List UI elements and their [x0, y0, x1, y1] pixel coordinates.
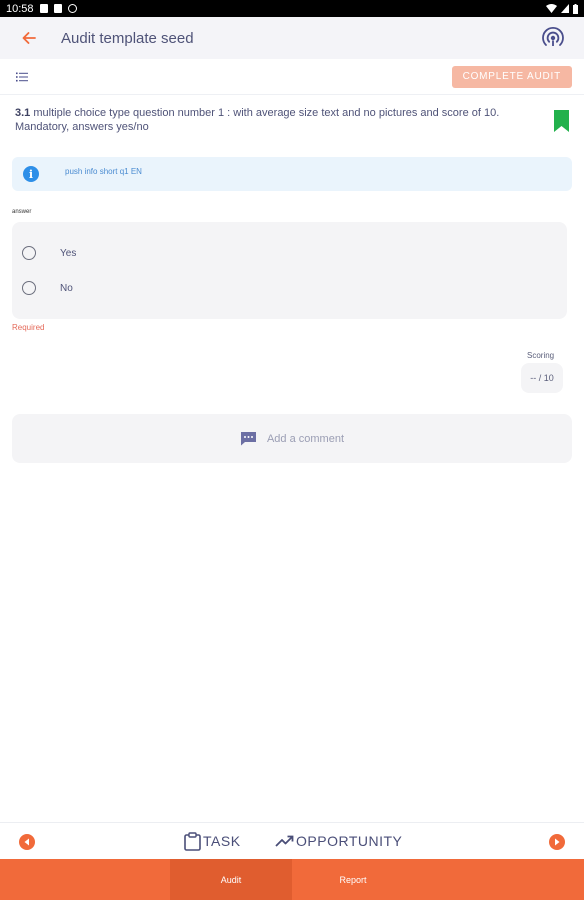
question-body: multiple choice type question number 1 :… — [15, 107, 500, 133]
page-title: Audit template seed — [61, 29, 194, 47]
bookmark-icon[interactable] — [554, 110, 569, 132]
option-yes[interactable]: Yes — [22, 243, 76, 263]
tab-report[interactable]: Report — [292, 859, 414, 900]
tab-audit[interactable]: Audit — [170, 859, 292, 900]
tab-spacer-right — [414, 859, 584, 900]
arrow-left-icon — [22, 32, 36, 44]
tab-spacer-left — [0, 859, 170, 900]
audit-toolbar: COMPLETE AUDIT — [0, 59, 584, 95]
notification-icon — [39, 4, 48, 13]
sim-icon — [53, 4, 62, 13]
question-number: 3.1 — [15, 107, 31, 119]
status-time: 10:58 — [6, 2, 34, 15]
radio-yes[interactable] — [22, 246, 36, 260]
answer-options: Yes No — [12, 222, 567, 319]
signal-icon — [561, 4, 569, 13]
back-button[interactable] — [17, 26, 41, 50]
scoring-label: Scoring — [527, 351, 555, 360]
complete-audit-button[interactable]: COMPLETE AUDIT — [451, 65, 572, 88]
comment-icon — [240, 432, 256, 446]
opportunity-button[interactable]: OPPORTUNITY — [275, 831, 402, 851]
option-label: No — [60, 282, 73, 294]
option-no[interactable]: No — [22, 278, 73, 298]
previous-question-button[interactable] — [19, 834, 35, 850]
scoring-value: -- / 10 — [521, 363, 563, 393]
next-question-button[interactable] — [549, 834, 565, 850]
trending-up-icon — [275, 835, 294, 847]
battery-icon — [573, 3, 578, 14]
question-text: 3.1 multiple choice type question number… — [15, 106, 543, 134]
list-icon — [16, 72, 28, 81]
task-label: TASK — [203, 833, 241, 849]
triangle-left-icon — [24, 838, 29, 846]
info-banner: i push info short q1 EN — [12, 157, 572, 191]
status-bar: 10:58 — [0, 0, 584, 17]
add-comment-button[interactable]: Add a comment — [12, 414, 572, 463]
broadcast-button[interactable] — [540, 25, 566, 51]
answer-label: answer — [12, 209, 32, 215]
required-text: Required — [12, 323, 45, 332]
at-icon — [67, 4, 77, 13]
clipboard-icon — [184, 831, 201, 851]
info-text: push info short q1 EN — [65, 166, 142, 176]
option-label: Yes — [60, 247, 77, 259]
wifi-icon — [546, 4, 557, 13]
tab-bar: Audit Report — [0, 859, 584, 900]
info-icon: i — [23, 166, 39, 182]
comment-placeholder: Add a comment — [266, 432, 345, 445]
opportunity-label: OPPORTUNITY — [296, 833, 403, 849]
bottom-nav: TASK OPPORTUNITY — [0, 822, 584, 859]
question-list-button[interactable] — [16, 69, 32, 85]
task-button[interactable]: TASK — [184, 831, 241, 851]
broadcast-icon — [542, 26, 564, 46]
triangle-right-icon — [555, 838, 560, 846]
radio-no[interactable] — [22, 281, 36, 295]
app-bar: Audit template seed — [0, 17, 584, 59]
